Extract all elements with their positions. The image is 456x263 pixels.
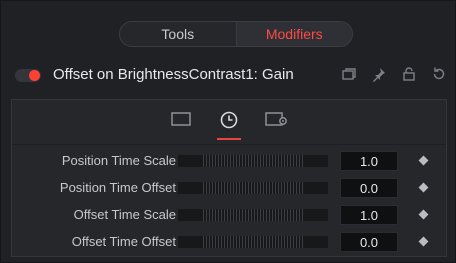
param-value-input[interactable]: 1.0 bbox=[340, 205, 398, 225]
param-row-offset-time-offset: Offset Time Offset 0.0 bbox=[12, 231, 446, 253]
enable-toggle[interactable] bbox=[15, 69, 41, 82]
inspector-panel: Tools Modifiers Offset on BrightnessCont… bbox=[0, 0, 456, 263]
param-label: Position Time Offset bbox=[59, 180, 176, 195]
param-value-input[interactable]: 1.0 bbox=[340, 151, 398, 171]
param-slider[interactable] bbox=[178, 209, 328, 221]
reset-icon[interactable] bbox=[431, 66, 447, 82]
settings-panel: Position Time Scale 1.0 Position Time Of… bbox=[11, 99, 447, 257]
pin-icon[interactable] bbox=[371, 66, 387, 82]
param-label: Offset Time Offset bbox=[71, 234, 176, 249]
toggle-indicator bbox=[29, 70, 40, 81]
lock-icon[interactable] bbox=[401, 66, 417, 82]
copy-icon[interactable] bbox=[341, 66, 357, 82]
header-actions bbox=[341, 66, 447, 82]
settings-icon bbox=[264, 110, 290, 133]
panel-divider bbox=[12, 144, 446, 145]
param-value-input[interactable]: 0.0 bbox=[340, 178, 398, 198]
param-label: Offset Time Scale bbox=[73, 207, 176, 222]
param-row-position-time-offset: Position Time Offset 0.0 bbox=[12, 177, 446, 199]
modifier-header: Offset on BrightnessContrast1: Gain bbox=[1, 61, 456, 89]
param-slider[interactable] bbox=[178, 155, 328, 167]
tab-modifiers[interactable]: Modifiers bbox=[235, 22, 352, 46]
frame-icon bbox=[170, 110, 192, 133]
sub-tabs bbox=[12, 106, 446, 142]
modifier-title: Offset on BrightnessContrast1: Gain bbox=[53, 66, 294, 83]
param-slider[interactable] bbox=[178, 236, 328, 248]
param-value-input[interactable]: 0.0 bbox=[340, 232, 398, 252]
tab-settings[interactable] bbox=[263, 106, 291, 140]
tab-controls[interactable] bbox=[167, 106, 195, 140]
param-row-position-time-scale: Position Time Scale 1.0 bbox=[12, 150, 446, 172]
tab-time[interactable] bbox=[215, 106, 243, 140]
keyframe-icon[interactable] bbox=[418, 236, 429, 247]
param-label: Position Time Scale bbox=[61, 153, 176, 168]
keyframe-icon[interactable] bbox=[418, 182, 429, 193]
param-row-offset-time-scale: Offset Time Scale 1.0 bbox=[12, 204, 446, 226]
clock-icon bbox=[219, 110, 239, 135]
tab-tools[interactable]: Tools bbox=[120, 22, 236, 46]
keyframe-icon[interactable] bbox=[418, 209, 429, 220]
param-slider[interactable] bbox=[178, 182, 328, 194]
keyframe-icon[interactable] bbox=[418, 155, 429, 166]
inspector-tabs: Tools Modifiers bbox=[119, 21, 353, 47]
